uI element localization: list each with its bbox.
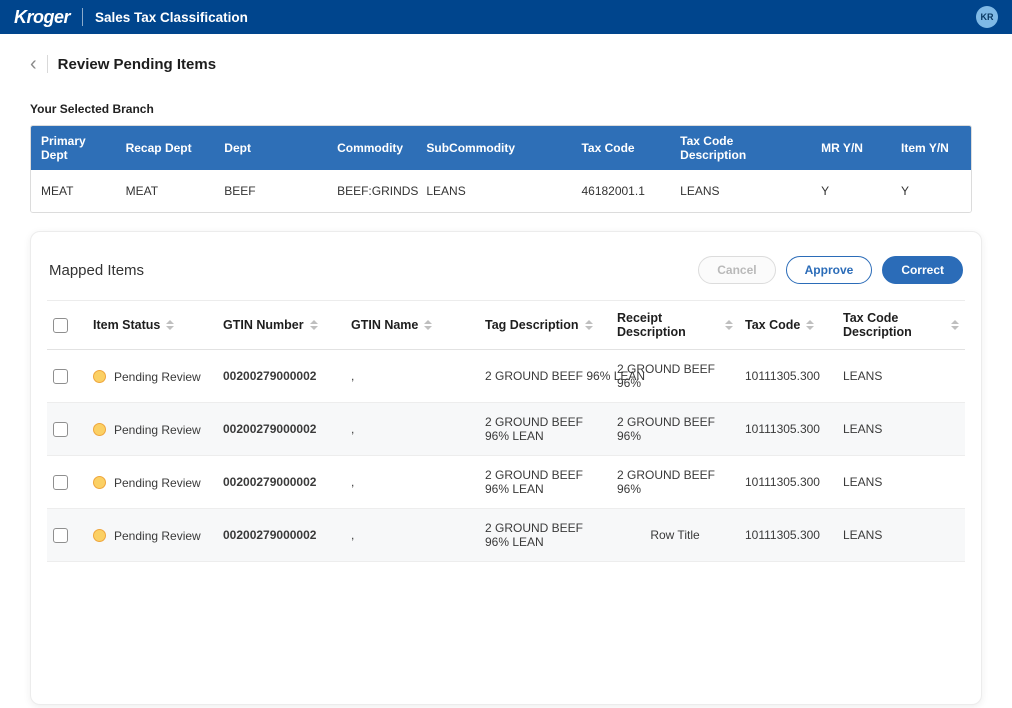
branch-header-row: Primary Dept Recap Dept Dept Commodity S… xyxy=(31,126,971,170)
branch-col-mr-yn: MR Y/N xyxy=(811,126,892,170)
cancel-button[interactable]: Cancel xyxy=(698,256,776,284)
page-header: ‹ Review Pending Items xyxy=(30,52,982,76)
branch-col-commodity: Commodity xyxy=(327,126,417,170)
title-divider xyxy=(46,55,48,73)
branch-dept: BEEF xyxy=(214,170,328,212)
receipt-description-cell: 2 GROUND BEEF 96% xyxy=(611,455,739,509)
item-status: Pending Review xyxy=(114,475,201,490)
gtin-name-cell: , xyxy=(345,455,479,509)
pending-status-icon xyxy=(93,528,106,542)
branch-primary-dept: MEAT xyxy=(31,170,116,212)
topbar-divider xyxy=(82,8,84,26)
branch-col-subcommodity: SubCommodity xyxy=(416,126,572,170)
receipt-description-cell: 2 GROUND BEEF 96% xyxy=(611,349,739,403)
sort-icon[interactable] xyxy=(584,320,593,330)
table-row: Pending Review 00200279000002 , 2 GROUND… xyxy=(47,402,965,456)
column-header-tax-code: Tax Code xyxy=(745,318,801,332)
branch-col-item-yn: Item Y/N xyxy=(891,126,971,170)
page-content: ‹ Review Pending Items Your Selected Bra… xyxy=(0,52,1012,705)
tag-description-cell: 2 GROUND BEEF 96% LEAN xyxy=(479,455,611,509)
branch-mr-yn: Y xyxy=(811,170,892,212)
tag-description-cell: 2 GROUND BEEF 96% LEAN xyxy=(479,349,645,403)
mapped-header-row: Item Status GTIN Number GTIN Name Tag De… xyxy=(47,300,965,350)
tag-description-cell: 2 GROUND BEEF 96% LEAN xyxy=(479,402,611,456)
gtin-number-cell: 00200279000002 xyxy=(217,455,345,509)
receipt-description-cell: 2 GROUND BEEF 96% xyxy=(611,402,739,456)
row-checkbox[interactable] xyxy=(53,474,68,490)
column-header-item-status: Item Status xyxy=(93,318,161,332)
approve-button[interactable]: Approve xyxy=(785,256,873,284)
branch-data-row: MEAT MEAT BEEF BEEF:GRINDS LEANS 4618200… xyxy=(31,170,971,212)
branch-section-label: Your Selected Branch xyxy=(30,102,154,116)
tax-code-description-cell: LEANS xyxy=(837,349,965,403)
gtin-number-cell: 00200279000002 xyxy=(217,508,345,562)
table-row: Pending Review 00200279000002 , 2 GROUND… xyxy=(47,349,965,403)
column-header-receipt-description: Receipt Description xyxy=(617,311,686,339)
branch-tax-code-description: LEANS xyxy=(670,170,812,212)
table-row: Pending Review 00200279000002 , 2 GROUND… xyxy=(47,455,965,509)
sort-icon[interactable] xyxy=(166,320,175,330)
topbar: Kroger Sales Tax Classification KR xyxy=(0,0,1012,34)
item-status: Pending Review xyxy=(114,528,201,543)
mapped-items-title: Mapped Items xyxy=(49,261,145,279)
tax-code-cell: 10111305.300 xyxy=(739,402,837,456)
gtin-number-cell: 00200279000002 xyxy=(217,402,345,456)
mapped-items-card: Mapped Items Cancel Approve Correct Item… xyxy=(30,231,982,705)
branch-item-yn: Y xyxy=(891,170,971,212)
sort-icon[interactable] xyxy=(725,320,733,330)
branch-recap-dept: MEAT xyxy=(115,170,215,212)
row-checkbox[interactable] xyxy=(53,368,68,384)
mapped-items-table: Item Status GTIN Number GTIN Name Tag De… xyxy=(47,300,965,562)
receipt-description-cell: Row Title xyxy=(611,508,739,562)
pending-status-icon xyxy=(93,475,106,489)
tax-code-description-cell: LEANS xyxy=(837,455,965,509)
tax-code-cell: 10111305.300 xyxy=(739,349,837,403)
branch-commodity: BEEF:GRINDS xyxy=(327,170,418,212)
tag-description-cell: 2 GROUND BEEF 96% LEAN xyxy=(479,508,611,562)
action-buttons: Cancel Approve Correct xyxy=(698,256,963,284)
correct-button[interactable]: Correct xyxy=(882,256,963,284)
app-title: Sales Tax Classification xyxy=(95,9,248,25)
gtin-name-cell: , xyxy=(345,402,479,456)
branch-tax-code: 46182001.1 xyxy=(571,170,671,212)
branch-col-primary-dept: Primary Dept xyxy=(31,126,116,170)
mapped-items-header: Mapped Items Cancel Approve Correct xyxy=(47,248,965,300)
tax-code-cell: 10111305.300 xyxy=(739,455,837,509)
sort-icon[interactable] xyxy=(424,320,433,330)
selected-branch-table: Primary Dept Recap Dept Dept Commodity S… xyxy=(30,125,972,213)
row-checkbox[interactable] xyxy=(53,421,68,437)
kroger-logo: Kroger xyxy=(14,6,71,27)
column-header-gtin-number: GTIN Number xyxy=(223,318,304,332)
item-status: Pending Review xyxy=(114,422,201,437)
branch-col-dept: Dept xyxy=(214,126,328,170)
gtin-name-cell: , xyxy=(345,508,479,562)
sort-icon[interactable] xyxy=(309,320,318,330)
page-title: Review Pending Items xyxy=(57,55,217,73)
user-avatar[interactable]: KR xyxy=(976,6,998,28)
tax-code-description-cell: LEANS xyxy=(837,402,965,456)
row-checkbox[interactable] xyxy=(53,527,68,543)
branch-subcommodity: LEANS xyxy=(416,170,572,212)
back-button[interactable]: ‹ xyxy=(30,54,37,74)
table-row: Pending Review 00200279000002 , 2 GROUND… xyxy=(47,508,965,562)
pending-status-icon xyxy=(93,422,106,436)
sort-icon[interactable] xyxy=(806,320,815,330)
column-header-tag-description: Tag Description xyxy=(485,318,579,332)
column-header-gtin-name: GTIN Name xyxy=(351,318,419,332)
tax-code-cell: 10111305.300 xyxy=(739,508,837,562)
tax-code-description-cell: LEANS xyxy=(837,508,965,562)
gtin-number-cell: 00200279000002 xyxy=(217,349,345,403)
branch-col-tax-code-description: Tax Code Description xyxy=(670,126,812,170)
branch-col-tax-code: Tax Code xyxy=(571,126,671,170)
pending-status-icon xyxy=(93,369,106,383)
item-status: Pending Review xyxy=(114,369,201,384)
column-header-tax-code-description: Tax Code Description xyxy=(843,311,912,339)
gtin-name-cell: , xyxy=(345,349,479,403)
branch-col-recap-dept: Recap Dept xyxy=(115,126,215,170)
sort-icon[interactable] xyxy=(951,320,959,330)
select-all-checkbox[interactable] xyxy=(53,317,68,333)
